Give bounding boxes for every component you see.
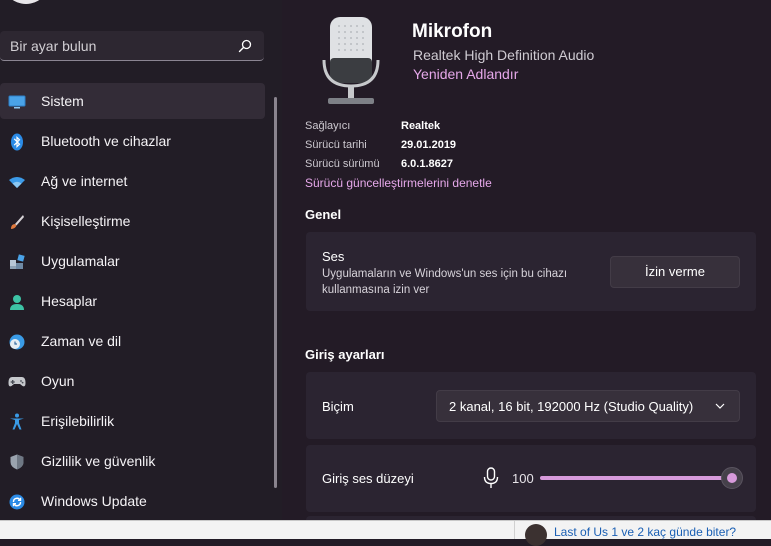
sidebar-item-accessibility[interactable]: Erişilebilirlik bbox=[0, 403, 265, 439]
device-title: Mikrofon bbox=[412, 21, 493, 42]
display-icon bbox=[8, 93, 26, 111]
search-box[interactable] bbox=[0, 31, 264, 61]
shield-icon bbox=[8, 453, 26, 471]
input-volume-value: 100 bbox=[512, 471, 534, 486]
avatar bbox=[525, 524, 547, 546]
audio-permission-card: Ses Uygulamaların ve Windows'un ses için… bbox=[306, 232, 756, 311]
suggestion-link[interactable]: Last of Us 1 ve 2 kaç günde biter? bbox=[554, 525, 736, 539]
disallow-button[interactable]: İzin verme bbox=[610, 256, 740, 288]
bottom-notification-bar: Last of Us 1 ve 2 kaç günde biter? bbox=[0, 520, 771, 546]
apps-icon bbox=[8, 253, 26, 271]
update-icon bbox=[8, 493, 26, 511]
sidebar-item-label: Zaman ve dil bbox=[41, 333, 122, 349]
search-icon[interactable] bbox=[238, 39, 252, 53]
sidebar-item-sistem[interactable]: Sistem bbox=[0, 83, 265, 119]
gamepad-icon bbox=[8, 373, 26, 391]
slider-thumb-dot bbox=[727, 473, 737, 483]
format-label: Biçim bbox=[322, 399, 354, 414]
section-title-general: Genel bbox=[305, 207, 342, 222]
person-icon bbox=[8, 293, 26, 311]
format-card: Biçim 2 kanal, 16 bit, 192000 Hz (Studio… bbox=[306, 372, 756, 439]
driver-version-label: Sürücü sürümü bbox=[305, 158, 380, 170]
globe-clock-icon bbox=[8, 333, 26, 351]
sidebar-item-personalization[interactable]: Kişiselleştirme bbox=[0, 203, 265, 239]
format-dropdown[interactable]: 2 kanal, 16 bit, 192000 Hz (Studio Quali… bbox=[436, 390, 740, 422]
sidebar-item-bluetooth[interactable]: Bluetooth ve cihazlar bbox=[0, 123, 265, 159]
rename-link[interactable]: Yeniden Adlandır bbox=[413, 66, 518, 82]
sidebar-item-label: Erişilebilirlik bbox=[41, 413, 115, 429]
audio-card-description: Uygulamaların ve Windows'un ses için bu … bbox=[322, 268, 568, 296]
sidebar-item-apps[interactable]: Uygulamalar bbox=[0, 243, 265, 279]
sidebar-scrollbar[interactable] bbox=[274, 97, 277, 488]
driver-date-label: Sürücü tarihi bbox=[305, 139, 367, 151]
accessibility-icon bbox=[8, 413, 26, 431]
brush-icon bbox=[8, 213, 26, 231]
microphone-icon bbox=[483, 467, 499, 488]
divider bbox=[514, 521, 515, 539]
sidebar-item-label: Gizlilik ve güvenlik bbox=[41, 453, 156, 469]
sidebar-item-label: Hesaplar bbox=[41, 293, 98, 309]
sidebar-item-windows-update[interactable]: Windows Update bbox=[0, 483, 265, 519]
input-volume-slider-thumb[interactable] bbox=[721, 467, 743, 489]
sidebar-item-label: Oyun bbox=[41, 373, 75, 389]
sidebar-item-privacy[interactable]: Gizlilik ve güvenlik bbox=[0, 443, 265, 479]
sidebar-item-label: Windows Update bbox=[41, 493, 147, 509]
driver-date-value: 29.01.2019 bbox=[401, 139, 457, 151]
format-selected-value: 2 kanal, 16 bit, 192000 Hz (Studio Quali… bbox=[449, 399, 694, 414]
sidebar-item-time-language[interactable]: Zaman ve dil bbox=[0, 323, 265, 359]
input-volume-slider-track[interactable] bbox=[540, 476, 732, 480]
sidebar-item-gaming[interactable]: Oyun bbox=[0, 363, 265, 399]
sidebar-item-label: Sistem bbox=[41, 93, 84, 109]
audio-card-title: Ses bbox=[322, 249, 345, 264]
section-title-input: Giriş ayarları bbox=[305, 347, 385, 362]
driver-version-value: 6.0.1.8627 bbox=[401, 158, 453, 170]
sidebar-item-label: Uygulamalar bbox=[41, 253, 120, 269]
microphone-icon bbox=[322, 17, 380, 104]
sidebar-item-accounts[interactable]: Hesaplar bbox=[0, 283, 265, 319]
sidebar-nav: Sistem Bluetooth ve cihazlar Ağ ve inter… bbox=[0, 83, 265, 523]
sidebar-item-label: Ağ ve internet bbox=[41, 173, 128, 189]
input-volume-label: Giriş ses düzeyi bbox=[322, 471, 414, 486]
sidebar-item-label: Bluetooth ve cihazlar bbox=[41, 133, 171, 149]
provider-value: Realtek bbox=[401, 120, 441, 132]
sidebar-item-label: Kişiselleştirme bbox=[41, 213, 131, 229]
bluetooth-icon bbox=[8, 133, 26, 151]
provider-label: Sağlayıcı bbox=[305, 120, 351, 132]
wifi-icon bbox=[8, 173, 26, 191]
chevron-down-icon bbox=[715, 403, 725, 409]
search-input[interactable] bbox=[8, 31, 232, 61]
sidebar-item-network[interactable]: Ağ ve internet bbox=[0, 163, 265, 199]
device-subtitle: Realtek High Definition Audio bbox=[413, 47, 595, 63]
check-driver-updates-link[interactable]: Sürücü güncelleştirmelerini denetle bbox=[305, 176, 492, 190]
